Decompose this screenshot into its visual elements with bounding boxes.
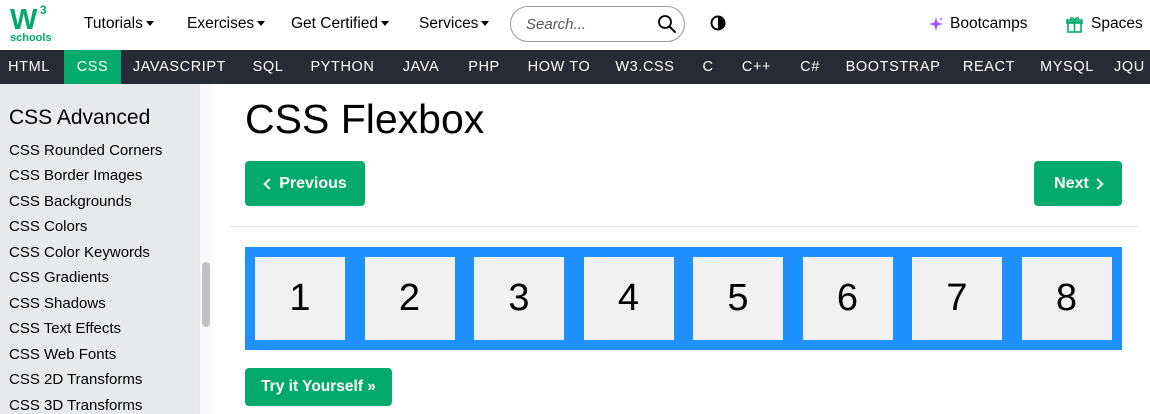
sidebar-link-colors[interactable]: CSS Colors (9, 218, 87, 235)
nav-services[interactable]: Services (419, 0, 490, 48)
divider (230, 226, 1138, 227)
next-label: Next (1054, 174, 1089, 192)
w3schools-logo[interactable]: W 3 schools (10, 3, 54, 45)
sidebar-scrollbar-thumb[interactable] (202, 262, 210, 327)
nav-item-html[interactable]: HTML (0, 50, 58, 84)
sidebar-link-backgrounds[interactable]: CSS Backgrounds (9, 193, 132, 210)
language-nav-bar: HTML CSS JAVASCRIPT SQL PYTHON JAVA PHP … (0, 50, 1150, 84)
sidebar-link-shadows[interactable]: CSS Shadows (9, 295, 106, 312)
flex-container-demo: 1 2 3 4 5 6 7 8 (245, 247, 1122, 350)
previous-button[interactable]: Previous (245, 161, 365, 206)
sidebar-heading: CSS Advanced (9, 106, 151, 129)
logo-subtitle: schools (10, 32, 52, 44)
nav-item-python[interactable]: PYTHON (302, 50, 383, 84)
chevron-right-icon (1092, 177, 1104, 190)
next-button[interactable]: Next (1034, 161, 1122, 206)
caret-down-icon (481, 20, 490, 26)
nav-item-jquery[interactable]: JQU (1114, 50, 1150, 84)
flex-item: 1 (255, 257, 345, 340)
sidebar-link-text-effects[interactable]: CSS Text Effects (9, 320, 121, 337)
previous-label: Previous (279, 174, 347, 192)
caret-down-icon (145, 20, 154, 26)
sidebar-scrollbar-track[interactable] (199, 84, 213, 414)
search-input[interactable] (526, 15, 651, 33)
nav-item-c[interactable]: C (694, 50, 722, 84)
nav-item-javascript[interactable]: JAVASCRIPT (125, 50, 234, 84)
sparkle-icon (929, 17, 943, 31)
bootcamps-label: Bootcamps (950, 15, 1028, 32)
nav-item-bootstrap[interactable]: BOOTSTRAP (840, 50, 946, 84)
spaces-link[interactable]: Spaces (1066, 0, 1143, 48)
nav-item-css[interactable]: CSS (64, 50, 121, 84)
page-title: CSS Flexbox (245, 96, 485, 142)
flex-item: 5 (693, 257, 783, 340)
try-it-yourself-button[interactable]: Try it Yourself » (245, 368, 392, 406)
sidebar-link-2d-transforms[interactable]: CSS 2D Transforms (9, 371, 142, 388)
spaces-label: Spaces (1091, 15, 1143, 32)
sidebar-link-3d-transforms[interactable]: CSS 3D Transforms (9, 397, 142, 414)
sidebar-link-gradients[interactable]: CSS Gradients (9, 269, 109, 286)
nav-item-java[interactable]: JAVA (393, 50, 449, 84)
nav-item-sql[interactable]: SQL (242, 50, 294, 84)
gift-icon (1066, 16, 1083, 33)
dark-mode-toggle-icon[interactable] (710, 15, 726, 31)
nav-get-certified[interactable]: Get Certified (291, 0, 390, 48)
logo-superscript: 3 (40, 3, 47, 17)
flex-item: 4 (583, 257, 674, 340)
nav-item-w3css[interactable]: W3.CSS (608, 50, 682, 84)
nav-item-react[interactable]: REACT (956, 50, 1022, 84)
flex-item: 6 (802, 257, 893, 340)
nav-item-php[interactable]: PHP (458, 50, 510, 84)
search-icon[interactable] (657, 14, 677, 34)
flex-item: 2 (364, 257, 455, 340)
sidebar-link-color-keywords[interactable]: CSS Color Keywords (9, 244, 150, 261)
nav-tutorials[interactable]: Tutorials (84, 0, 154, 48)
nav-item-mysql[interactable]: MYSQL (1033, 50, 1101, 84)
top-bar: W 3 schools Tutorials Exercises Get Cert… (0, 0, 1150, 50)
nav-item-csharp[interactable]: C# (791, 50, 829, 84)
chevron-left-icon (263, 177, 275, 190)
flex-item: 8 (1021, 257, 1112, 340)
nav-item-cpp[interactable]: C++ (733, 50, 780, 84)
sidebar-link-web-fonts[interactable]: CSS Web Fonts (9, 346, 116, 363)
flex-item: 3 (474, 257, 564, 340)
caret-down-icon (381, 20, 390, 26)
nav-get-certified-label: Get Certified (291, 15, 379, 32)
caret-down-icon (257, 20, 266, 26)
bootcamps-link[interactable]: Bootcamps (928, 0, 1028, 48)
nav-exercises-label: Exercises (187, 15, 255, 32)
sidebar-link-border-images[interactable]: CSS Border Images (9, 167, 142, 184)
search-box[interactable] (510, 6, 685, 42)
nav-tutorials-label: Tutorials (84, 15, 143, 32)
sidebar-link-rounded-corners[interactable]: CSS Rounded Corners (9, 142, 162, 159)
nav-services-label: Services (419, 15, 479, 32)
nav-exercises[interactable]: Exercises (187, 0, 266, 48)
flex-item: 7 (912, 257, 1002, 340)
nav-item-how-to[interactable]: HOW TO (520, 50, 598, 84)
sidebar: CSS Advanced CSS Rounded Corners CSS Bor… (0, 84, 212, 414)
